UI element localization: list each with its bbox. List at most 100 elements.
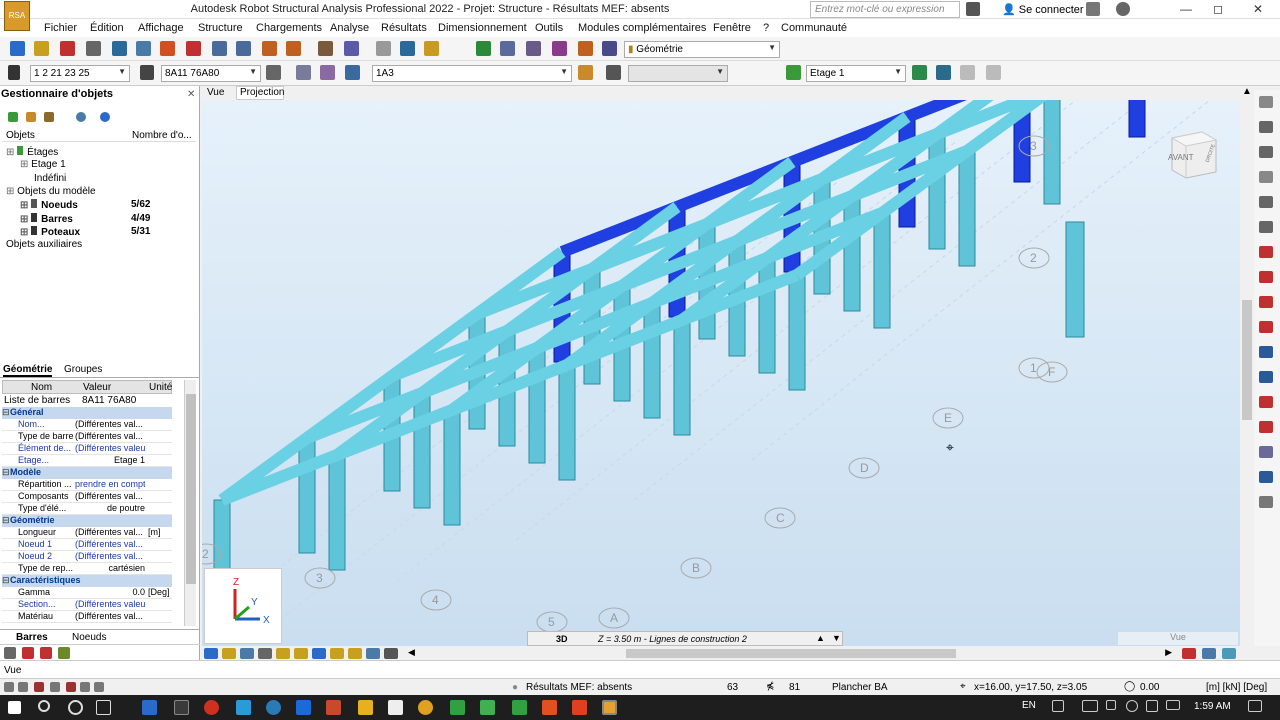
column[interactable] xyxy=(758,257,776,374)
collapse-icon[interactable]: ⊟ xyxy=(2,515,10,526)
app-9-icon[interactable] xyxy=(480,700,495,715)
column[interactable] xyxy=(843,195,861,312)
menu-item[interactable]: ? xyxy=(763,22,769,34)
file-explorer-icon[interactable] xyxy=(358,700,373,715)
view-tool-icon-10[interactable] xyxy=(384,648,398,659)
column[interactable] xyxy=(788,274,806,391)
collapse-icon[interactable]: ⊟ xyxy=(2,467,10,478)
property-row[interactable]: Type d'élé... de poutre xyxy=(2,503,172,515)
status-tool-1-icon[interactable] xyxy=(4,682,14,692)
app-1-icon[interactable] xyxy=(142,700,157,715)
tree-item[interactable]: Objets auxiliaires xyxy=(6,239,196,250)
column[interactable] xyxy=(673,319,691,436)
toolbar-icon-13[interactable] xyxy=(344,41,359,56)
menu-item[interactable]: Fenêtre xyxy=(713,22,751,34)
close-button[interactable]: ✕ xyxy=(1248,2,1268,16)
app-10-icon[interactable] xyxy=(512,700,527,715)
list-icon[interactable] xyxy=(4,647,16,659)
toolbar-icon-4[interactable] xyxy=(112,41,127,56)
bar-type-icon[interactable] xyxy=(22,647,34,659)
property-row[interactable]: Composants (Différentes val... xyxy=(2,491,172,503)
toolbar-icon-15[interactable] xyxy=(400,41,415,56)
expand-icon[interactable]: ⊞ xyxy=(20,214,31,225)
node-select-icon[interactable] xyxy=(8,65,20,80)
robot-app-icon[interactable] xyxy=(602,700,617,715)
chevron-up-icon[interactable] xyxy=(1106,700,1116,710)
toolbar-icon-5[interactable] xyxy=(136,41,151,56)
volume-icon[interactable] xyxy=(1146,700,1158,712)
view-tool-icon-9[interactable] xyxy=(366,648,380,659)
column[interactable] xyxy=(328,454,346,571)
right-tool-icon-3[interactable] xyxy=(1259,171,1273,183)
help-icon[interactable] xyxy=(100,112,110,122)
right-tool-icon-5[interactable] xyxy=(1259,221,1273,233)
menu-item[interactable]: Communauté xyxy=(781,22,847,34)
minimize-button[interactable]: — xyxy=(1176,2,1196,16)
view-tool-icon-5[interactable] xyxy=(294,648,308,659)
offset-icon[interactable] xyxy=(58,647,70,659)
tab-geometry[interactable]: Géométrie xyxy=(3,364,53,377)
toolbar-icon-18[interactable] xyxy=(500,41,515,56)
app-5-icon[interactable] xyxy=(296,700,311,715)
view-tool-icon-8[interactable] xyxy=(348,648,362,659)
view-tool-icon-1[interactable] xyxy=(222,648,236,659)
app-logo-icon[interactable]: RSA xyxy=(4,1,30,31)
bars-select[interactable]: 8A11 76A80 ▼ xyxy=(161,65,261,82)
toolbar-icon-10[interactable] xyxy=(262,41,277,56)
view-tool-icon-3[interactable] xyxy=(258,648,272,659)
toolbar-icon-1[interactable] xyxy=(34,41,49,56)
right-tool-icon-13[interactable] xyxy=(1259,421,1273,433)
bar-numbers-icon[interactable] xyxy=(1202,648,1216,659)
app-7-icon[interactable] xyxy=(388,700,403,715)
structure-model[interactable]: ABCDEF1233452⌖ xyxy=(202,100,1240,646)
toolbar-icon-17[interactable] xyxy=(476,41,491,56)
tab-groups[interactable]: Groupes xyxy=(64,364,102,375)
toolbar-icon-8[interactable] xyxy=(212,41,227,56)
tree-item[interactable]: ⊞ Objets du modèle xyxy=(6,186,196,197)
selected-column[interactable] xyxy=(1128,100,1146,138)
toolbar-icon-7[interactable] xyxy=(186,41,201,56)
notifications-icon[interactable] xyxy=(1248,700,1262,712)
right-tool-icon-12[interactable] xyxy=(1259,396,1273,408)
windows-start-icon[interactable] xyxy=(8,701,21,714)
delete-filter-icon[interactable] xyxy=(44,112,54,122)
story-filter-icon[interactable] xyxy=(8,112,18,122)
toolbar-icon-9[interactable] xyxy=(236,41,251,56)
help-icon[interactable] xyxy=(1116,2,1130,16)
load-case-icon[interactable] xyxy=(606,65,621,80)
sign-in-button[interactable]: 👤 Se connecter ▾ xyxy=(1002,3,1092,16)
toolbar-icon-11[interactable] xyxy=(286,41,301,56)
right-tool-icon-16[interactable] xyxy=(1259,496,1273,508)
opera-icon[interactable] xyxy=(204,700,219,715)
property-row[interactable]: Noeud 2 (Différentes val... xyxy=(2,551,172,563)
clock[interactable]: 1:59 AM xyxy=(1194,701,1231,712)
right-tool-icon-9[interactable] xyxy=(1259,321,1273,333)
property-section[interactable]: Géométrie ⊟ xyxy=(2,515,172,527)
tree-item[interactable]: ⊞ Etage 1 xyxy=(20,159,196,170)
collapse-icon[interactable]: ⊟ xyxy=(2,407,10,418)
property-row[interactable]: Etage... Etage 1 xyxy=(2,455,172,467)
cart-icon[interactable] xyxy=(1086,2,1100,16)
viewport-vscroll[interactable] xyxy=(1241,100,1253,646)
tree-item[interactable]: ⊞ Barres 4/49 xyxy=(20,213,196,225)
info-up-arrow[interactable]: ▲ xyxy=(816,633,825,643)
search-taskbar-icon[interactable] xyxy=(38,700,50,712)
load-icon[interactable] xyxy=(578,65,593,80)
view-tool-icon-2[interactable] xyxy=(240,648,254,659)
search-input[interactable]: Entrez mot-clé ou expression xyxy=(810,1,960,18)
menu-item[interactable]: Édition xyxy=(90,22,124,34)
property-section[interactable]: Général ⊟ xyxy=(2,407,172,419)
nodes-select[interactable]: 1 2 21 23 25 ▼ xyxy=(30,65,130,82)
menu-item[interactable]: Modules complémentaires xyxy=(578,22,706,34)
toolbar-icon-14[interactable] xyxy=(376,41,391,56)
property-row[interactable]: Matériau (Différentes val... xyxy=(2,611,172,623)
column[interactable] xyxy=(958,150,976,267)
story-table-icon[interactable] xyxy=(960,65,975,80)
app-3-icon[interactable] xyxy=(236,700,251,715)
right-tool-icon-8[interactable] xyxy=(1259,296,1273,308)
node-numbers-icon[interactable] xyxy=(1182,648,1196,659)
cortana-icon[interactable] xyxy=(68,700,83,715)
network-icon[interactable] xyxy=(1126,700,1138,712)
view-cube[interactable]: AVANT DROITE xyxy=(1166,124,1222,180)
property-row[interactable]: Nom... (Différentes val... xyxy=(2,419,172,431)
